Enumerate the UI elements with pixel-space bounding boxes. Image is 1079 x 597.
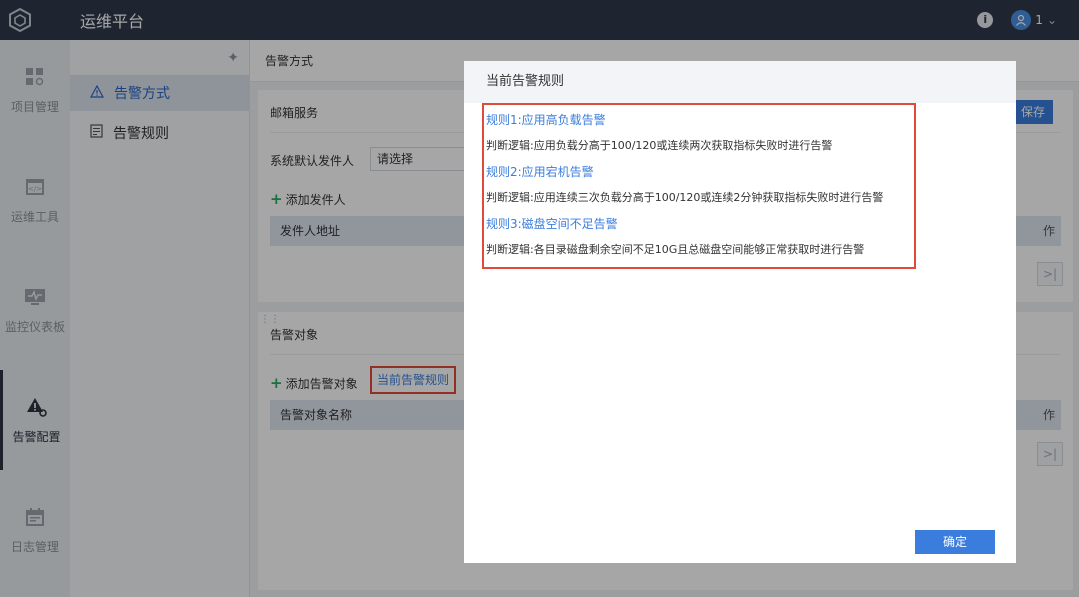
modal-title: 当前告警规则 [464,61,1016,103]
rule-desc: 判断逻辑:应用负载分高于100/120或连续两次获取指标失败时进行告警 [486,139,833,152]
rules-list: 规则1:应用高负载告警 判断逻辑:应用负载分高于100/120或连续两次获取指标… [482,103,916,269]
rule-title: 规则1:应用高负载告警 [486,113,606,127]
rule-title: 规则2:应用宕机告警 [486,165,594,179]
rule-desc: 判断逻辑:各目录磁盘剩余空间不足10G且总磁盘空间能够正常获取时进行告警 [486,243,865,256]
rule-desc: 判断逻辑:应用连续三次负载分高于100/120或连续2分钟获取指标失败时进行告警 [486,191,884,204]
rules-modal: 当前告警规则 规则1:应用高负载告警 判断逻辑:应用负载分高于100/120或连… [464,61,1016,563]
confirm-button[interactable]: 确定 [915,530,995,554]
rule-title: 规则3:磁盘空间不足告警 [486,217,618,231]
